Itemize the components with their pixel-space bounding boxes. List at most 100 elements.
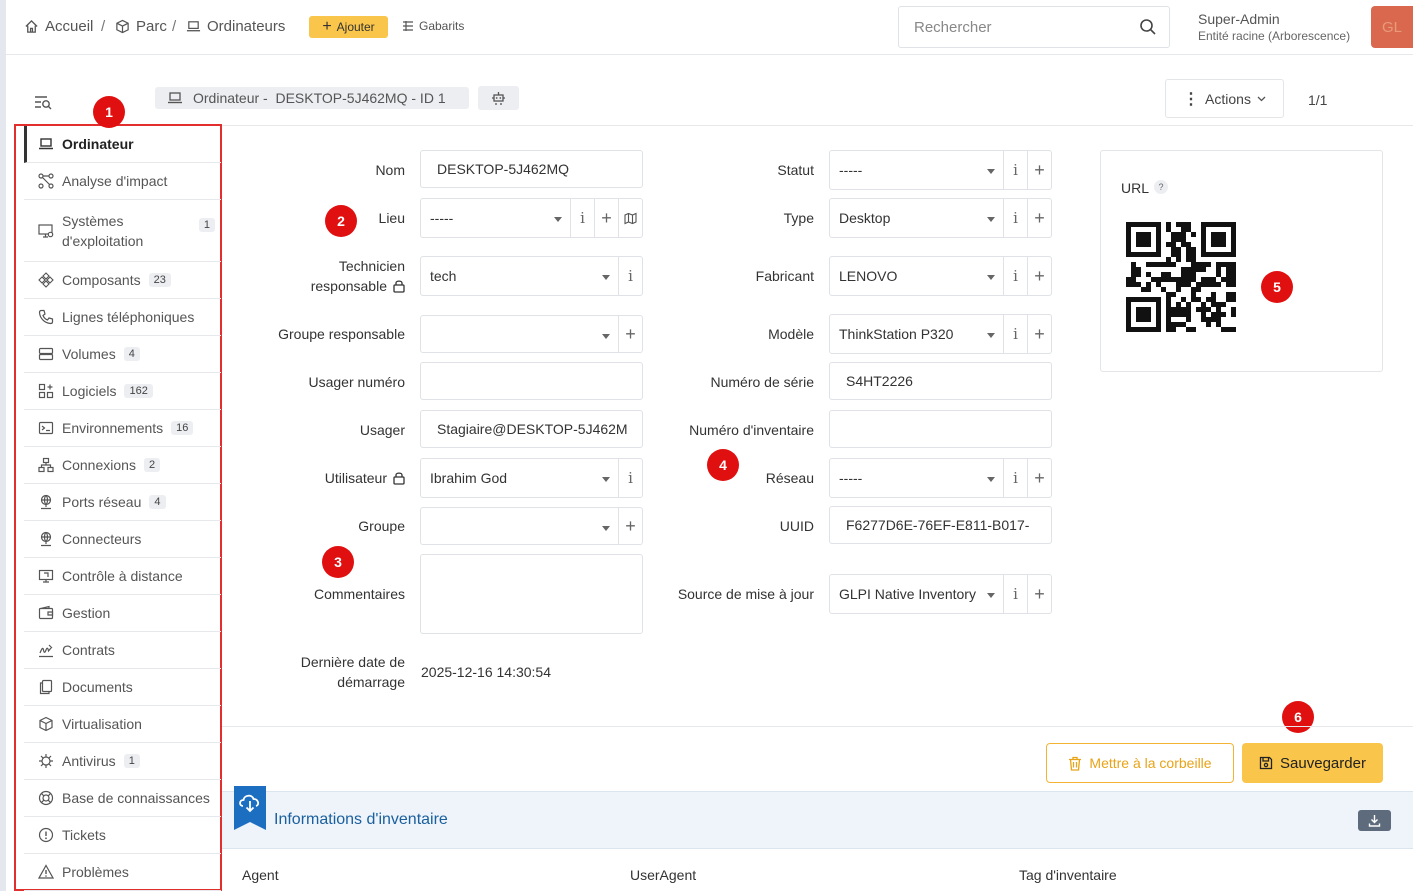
sidebar-item-connecteurs[interactable]: Connecteurs — [24, 521, 221, 558]
sidebar-item-composants[interactable]: Composants 23 — [24, 262, 221, 299]
download-button[interactable] — [1358, 810, 1391, 831]
modele-value[interactable]: ThinkStation P320 — [830, 315, 1003, 353]
sidebar-item-connexions[interactable]: Connexions 2 — [24, 447, 221, 484]
sidebar-item-environnements[interactable]: Environnements 16 — [24, 410, 221, 447]
sidebar-item-analyse-impact[interactable]: Analyse d'impact — [24, 163, 221, 200]
statut-value[interactable]: ----- — [830, 151, 1003, 189]
sidebar-item-ordinateur[interactable]: Ordinateur — [24, 126, 221, 163]
qr-module — [1171, 307, 1176, 312]
type-value[interactable]: Desktop — [830, 199, 1003, 237]
sidebar-item-label: Problèmes — [62, 864, 129, 880]
qr-module — [1181, 307, 1186, 312]
divider — [222, 726, 1413, 727]
qr-module — [1191, 297, 1196, 302]
fabricant-select[interactable]: LENOVO i + — [829, 256, 1052, 296]
sidebar-item-virtualisation[interactable]: Virtualisation — [24, 706, 221, 743]
numero-serie-input[interactable]: S4HT2226 — [829, 362, 1052, 400]
robot-icon-button[interactable] — [478, 86, 519, 110]
info-icon[interactable]: i — [1003, 199, 1027, 237]
utilisateur-value[interactable]: Ibrahim God — [421, 459, 618, 497]
trash-button[interactable]: Mettre à la corbeille — [1046, 743, 1234, 783]
sidebar-item-label: Documents — [62, 679, 133, 695]
sidebar-item-contrats[interactable]: Contrats — [24, 632, 221, 669]
qr-module — [1201, 282, 1206, 287]
toggle-sidebar-icon[interactable] — [34, 93, 52, 111]
add-button[interactable]: + Ajouter — [309, 16, 388, 38]
groupe-select[interactable]: + — [420, 507, 643, 545]
numero-inventaire-input[interactable] — [829, 410, 1052, 448]
plus-icon[interactable]: + — [594, 199, 618, 237]
qr-module — [1166, 227, 1171, 232]
usager-input[interactable]: Stagiaire@DESKTOP-5J462M — [420, 410, 643, 448]
groupe-resp-value[interactable] — [421, 316, 618, 352]
sidebar-item-logiciels[interactable]: Logiciels 162 — [24, 373, 221, 410]
plus-icon[interactable]: + — [618, 316, 642, 352]
reseau-value[interactable]: ----- — [830, 459, 1003, 497]
technicien-select[interactable]: tech i — [420, 256, 643, 296]
map-icon[interactable] — [618, 199, 642, 237]
lieu-value[interactable]: ----- — [421, 199, 570, 237]
lieu-select[interactable]: ----- i + — [420, 198, 643, 238]
divider — [222, 125, 1413, 126]
sidebar-item-controle-distance[interactable]: Contrôle à distance — [24, 558, 221, 595]
source-value[interactable]: GLPI Native Inventory — [830, 575, 1003, 613]
plus-icon[interactable]: + — [1027, 151, 1051, 189]
sidebar-item-problemes[interactable]: Problèmes — [24, 854, 221, 891]
fabricant-value[interactable]: LENOVO — [830, 257, 1003, 295]
reseau-select[interactable]: ----- i + — [829, 458, 1052, 498]
plus-icon[interactable]: + — [1027, 315, 1051, 353]
usager-num-input[interactable] — [420, 362, 643, 400]
source-select[interactable]: GLPI Native Inventory i + — [829, 574, 1052, 614]
groupe-resp-select[interactable]: + — [420, 315, 643, 353]
breadcrumb-ordinateurs[interactable]: Ordinateurs — [186, 18, 285, 35]
sidebar-item-ports-reseau[interactable]: Ports réseau 4 — [24, 484, 221, 521]
plus-icon[interactable]: + — [1027, 459, 1051, 497]
info-icon[interactable]: i — [1003, 575, 1027, 613]
info-icon[interactable]: i — [570, 199, 594, 237]
search-input[interactable]: Rechercher — [898, 6, 1170, 48]
plus-icon[interactable]: + — [1027, 257, 1051, 295]
breadcrumb-home[interactable]: Accueil — [24, 18, 93, 35]
uuid-input[interactable]: F6277D6E-76EF-E811-B017- — [829, 506, 1052, 544]
qr-module — [1186, 252, 1191, 257]
qr-module — [1196, 262, 1201, 267]
sidebar-item-base-connaissances[interactable]: Base de connaissances — [24, 780, 221, 817]
avatar[interactable]: GL — [1371, 6, 1413, 48]
sidebar-item-gestion[interactable]: Gestion — [24, 595, 221, 632]
breadcrumb-parc[interactable]: Parc — [115, 18, 167, 35]
templates-link[interactable]: Gabarits — [402, 19, 464, 33]
modele-label: Modèle — [768, 326, 814, 342]
info-icon[interactable]: i — [618, 257, 642, 295]
info-icon[interactable]: i — [1003, 257, 1027, 295]
sidebar-item-systemes[interactable]: Systèmes d'exploitation 1 — [24, 200, 221, 262]
sidebar-item-volumes[interactable]: Volumes 4 — [24, 336, 221, 373]
type-select[interactable]: Desktop i + — [829, 198, 1052, 238]
qr-module — [1191, 257, 1196, 262]
plus-icon[interactable]: + — [618, 508, 642, 544]
inventory-column-agent: Agent — [242, 867, 279, 883]
sidebar-item-tickets[interactable]: Tickets — [24, 817, 221, 854]
user-entity[interactable]: Entité racine (Arborescence) — [1198, 29, 1350, 43]
modele-select[interactable]: ThinkStation P320 i + — [829, 314, 1052, 354]
help-icon[interactable]: ? — [1154, 180, 1168, 194]
utilisateur-select[interactable]: Ibrahim God i — [420, 458, 643, 498]
info-icon[interactable]: i — [1003, 315, 1027, 353]
nom-input[interactable]: DESKTOP-5J462MQ — [420, 150, 643, 188]
save-button[interactable]: Sauvegarder — [1242, 743, 1383, 783]
info-icon[interactable]: i — [618, 459, 642, 497]
actions-button[interactable]: ⋮ Actions — [1165, 79, 1284, 118]
user-name[interactable]: Super-Admin — [1198, 11, 1280, 27]
search-icon[interactable] — [1139, 18, 1157, 36]
sidebar-item-antivirus[interactable]: Antivirus 1 — [24, 743, 221, 780]
technicien-value[interactable]: tech — [421, 257, 618, 295]
plus-icon[interactable]: + — [1027, 199, 1051, 237]
sidebar-item-lignes[interactable]: Lignes téléphoniques — [24, 299, 221, 336]
statut-label: Statut — [777, 162, 814, 178]
sidebar-item-documents[interactable]: Documents — [24, 669, 221, 706]
statut-select[interactable]: ----- i + — [829, 150, 1052, 190]
groupe-value[interactable] — [421, 508, 618, 544]
plus-icon[interactable]: + — [1027, 575, 1051, 613]
info-icon[interactable]: i — [1003, 151, 1027, 189]
info-icon[interactable]: i — [1003, 459, 1027, 497]
commentaires-textarea[interactable] — [420, 554, 643, 634]
